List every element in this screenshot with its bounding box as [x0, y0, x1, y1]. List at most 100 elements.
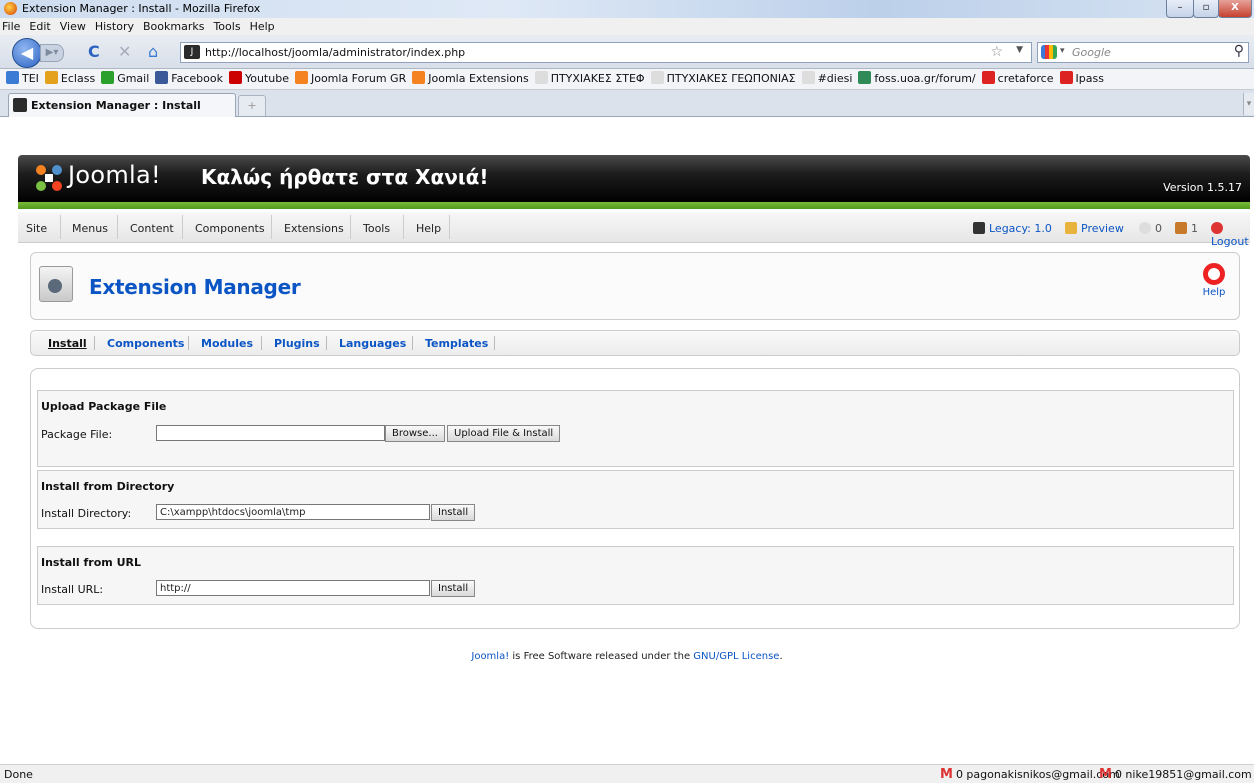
submenu-modules[interactable]: Modules — [201, 337, 253, 350]
install-directory-input[interactable]: C:\xampp\htdocs\joomla\tmp — [156, 504, 430, 520]
bookmark-item[interactable]: Eclass — [44, 69, 95, 89]
forward-icon[interactable]: ▶▾ — [40, 44, 64, 62]
install-url-label: Install URL: — [41, 583, 104, 596]
new-tab-button[interactable]: + — [238, 95, 266, 116]
submenu-separator — [412, 336, 413, 350]
google-icon[interactable] — [1041, 45, 1057, 59]
page-toolbar: Extension Manager Help — [30, 252, 1240, 320]
users-status[interactable]: 1 — [1175, 222, 1198, 235]
messages-status[interactable]: 0 — [1139, 222, 1162, 235]
help-button[interactable]: Help — [1199, 263, 1229, 298]
bookmark-item[interactable]: Joomla Extensions — [412, 69, 529, 89]
bookmark-label: Ipass — [1075, 72, 1104, 85]
bookmark-favicon-icon — [101, 71, 115, 84]
legacy-icon — [973, 222, 985, 234]
menu-separator — [449, 215, 450, 239]
menu-help[interactable]: Help — [250, 18, 275, 35]
menu-tools[interactable]: Tools — [213, 18, 240, 35]
install-directory-button[interactable]: Install — [431, 504, 476, 521]
footer-period: . — [779, 651, 783, 662]
upload-package-panel: Upload Package File Package File: Browse… — [37, 390, 1234, 467]
bookmark-item[interactable]: Ipass — [1059, 69, 1104, 89]
minimize-button[interactable]: – — [1166, 0, 1194, 18]
home-icon[interactable]: ⌂ — [148, 43, 158, 61]
gpl-license-link[interactable]: GNU/GPL License — [693, 651, 779, 662]
reload-icon[interactable]: C — [88, 43, 100, 61]
maximize-button[interactable]: ▫ — [1193, 0, 1219, 18]
package-file-input[interactable] — [156, 425, 385, 441]
logout-link[interactable]: Logout — [1211, 222, 1250, 248]
bookmark-label: Facebook — [171, 72, 223, 85]
menu-menus[interactable]: Menus — [72, 222, 108, 235]
bookmark-favicon-icon — [858, 71, 872, 84]
back-icon[interactable]: ◀ — [12, 38, 42, 68]
bookmark-item[interactable]: Youtube — [228, 69, 289, 89]
menubar: File Edit View History Bookmarks Tools Help — [0, 18, 1254, 35]
bookmark-item[interactable]: cretaforce — [981, 69, 1054, 89]
menu-tools[interactable]: Tools — [363, 222, 390, 235]
firefox-icon — [4, 2, 17, 15]
close-button[interactable]: X — [1218, 0, 1252, 18]
bookmark-favicon-icon — [294, 71, 308, 84]
tab-extension-manager[interactable]: Extension Manager : Install — [8, 93, 236, 117]
browse-button[interactable]: Browse... — [385, 425, 445, 442]
bookmark-item[interactable]: ΠΤΥΧΙΑΚΕΣ ΣΤΕΦ — [534, 69, 645, 89]
menu-separator — [60, 215, 61, 239]
extension-submenu: Install Components Modules Plugins Langu… — [30, 330, 1240, 356]
gmail-account-1: 0 pagonakisnikos@gmail.com — [955, 768, 1120, 781]
bookmark-label: #diesi — [817, 72, 853, 85]
bookmark-label: foss.uoa.gr/forum/ — [874, 72, 976, 85]
site-name: Καλώς ήρθατε στα Χανιά! — [201, 165, 489, 189]
tab-favicon-icon — [13, 98, 27, 112]
install-url-button[interactable]: Install — [431, 580, 476, 597]
menu-bookmarks[interactable]: Bookmarks — [143, 18, 204, 35]
menu-history[interactable]: History — [95, 18, 134, 35]
preview-link[interactable]: Preview — [1065, 222, 1124, 235]
bookmark-label: Youtube — [244, 72, 289, 85]
submenu-templates[interactable]: Templates — [425, 337, 488, 350]
submenu-components[interactable]: Components — [107, 337, 184, 350]
bookmark-item[interactable]: foss.uoa.gr/forum/ — [858, 69, 976, 89]
menu-help[interactable]: Help — [416, 222, 441, 235]
menu-edit[interactable]: Edit — [29, 18, 50, 35]
bookmark-item[interactable]: TEI — [6, 69, 39, 89]
tab-list-icon[interactable]: ▾ — [1243, 93, 1254, 115]
joomla-link[interactable]: Joomla! — [471, 651, 509, 662]
users-count: 1 — [1191, 222, 1198, 235]
bookmark-item[interactable]: Facebook — [155, 69, 223, 89]
menu-extensions[interactable]: Extensions — [284, 222, 344, 235]
submenu-languages[interactable]: Languages — [339, 337, 406, 350]
bookmark-item[interactable]: ΠΤΥΧΙΑΚΕΣ ΓΕΩΠΟΝΙΑΣ — [650, 69, 796, 89]
search-bar[interactable]: ▾ Google ⚲ — [1037, 42, 1249, 63]
install-url-input[interactable]: http:// — [156, 580, 430, 596]
menu-file[interactable]: File — [2, 18, 20, 35]
search-icon[interactable]: ⚲ — [1234, 43, 1244, 59]
upload-install-button[interactable]: Upload File & Install — [447, 425, 561, 442]
bookmark-favicon-icon — [44, 71, 58, 84]
menu-site[interactable]: Site — [26, 222, 47, 235]
install-url-panel: Install from URL Install URL: http:// In… — [37, 546, 1234, 605]
bookmark-favicon-icon — [801, 71, 815, 84]
legacy-status[interactable]: Legacy: 1.0 — [973, 222, 1052, 235]
bookmark-item[interactable]: #diesi — [801, 69, 853, 89]
submenu-install[interactable]: Install — [48, 337, 87, 350]
menu-content[interactable]: Content — [130, 222, 174, 235]
menu-view[interactable]: View — [60, 18, 86, 35]
bookmark-item[interactable]: Joomla Forum GR — [294, 69, 406, 89]
search-engine-dropdown-icon[interactable]: ▾ — [1060, 46, 1065, 56]
stop-icon[interactable]: ✕ — [118, 43, 131, 61]
gmail-notifier-2[interactable]: M0 nike19851@gmail.com — [1099, 767, 1252, 782]
site-favicon-icon: J — [184, 45, 200, 59]
status-text: Done — [4, 768, 33, 781]
submenu-plugins[interactable]: Plugins — [274, 337, 320, 350]
bookmark-favicon-icon — [412, 71, 426, 84]
gmail-notifier-1[interactable]: M0 pagonakisnikos@gmail.com — [940, 767, 1120, 782]
joomla-logo-icon — [36, 165, 62, 191]
directory-heading: Install from Directory — [41, 480, 175, 493]
menu-components[interactable]: Components — [195, 222, 265, 235]
url-dropdown-icon[interactable]: ▼ — [1016, 45, 1023, 55]
url-bar[interactable]: J http://localhost/joomla/administrator/… — [180, 42, 1032, 63]
bookmarks-toolbar: TEI Eclass Gmail Facebook Youtube Joomla Foru… — [0, 69, 1254, 90]
bookmark-star-icon[interactable]: ☆ — [990, 44, 1003, 60]
bookmark-item[interactable]: Gmail — [101, 69, 149, 89]
